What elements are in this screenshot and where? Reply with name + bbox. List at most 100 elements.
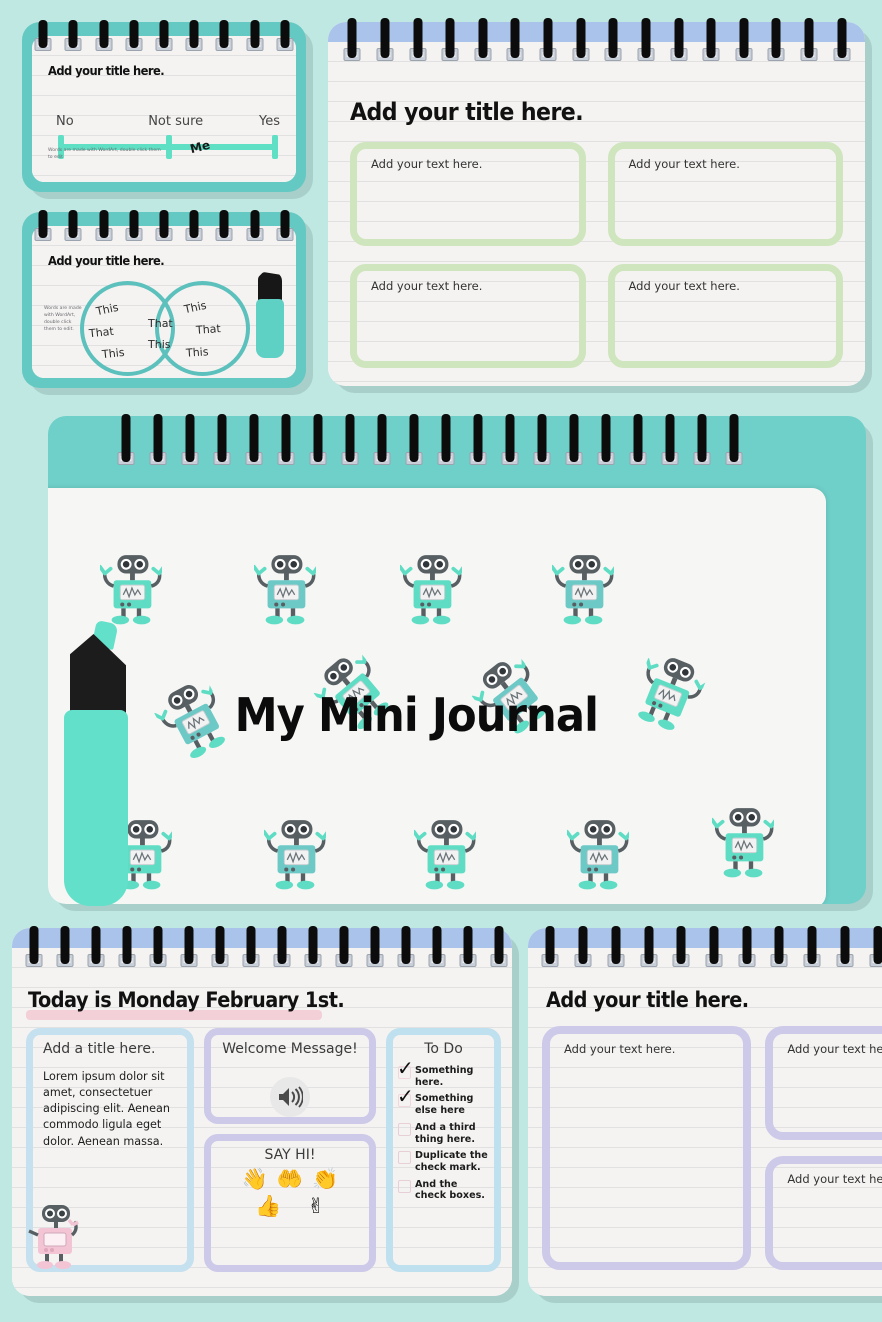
journal-page: My Mini Journal	[48, 488, 826, 904]
robot-icon	[712, 806, 774, 878]
checkbox-checked-icon[interactable]	[397, 1058, 414, 1079]
spiral-bar	[611, 926, 621, 964]
spiral-bar	[68, 20, 78, 48]
spiral-bar	[473, 414, 483, 462]
spiral-coil	[661, 414, 679, 468]
spiral-binding-scale	[28, 20, 300, 54]
robot-icon	[414, 818, 476, 890]
spiral-bar	[676, 926, 686, 964]
spiral-bar	[347, 18, 357, 58]
venn-right-word-3[interactable]: This	[186, 345, 209, 360]
spiral-coil	[335, 926, 352, 970]
todo-item[interactable]: And the check boxes.	[398, 1179, 491, 1202]
spiral-coil	[565, 414, 583, 468]
venn-left-word-3[interactable]: This	[101, 346, 125, 361]
spiral-bar	[510, 18, 520, 58]
spiral-bar	[569, 414, 579, 462]
todo-item[interactable]: Duplicate the check mark.	[398, 1150, 491, 1173]
card-body: Add your title here. Add your text here.…	[528, 928, 882, 1296]
checkbox-checked-icon[interactable]	[397, 1086, 414, 1108]
spiral-coil	[836, 926, 854, 970]
thumbs-up-icon[interactable]: 👍	[255, 1196, 281, 1217]
venn-left-word-2[interactable]: That	[88, 325, 114, 341]
say-hi-pane[interactable]: SAY HI! 👋 🤲 👏 👍 ✌	[204, 1134, 376, 1272]
scale-marker-me[interactable]: Me	[189, 138, 212, 156]
four-box-card[interactable]: Add your title here. Add your text here.…	[328, 22, 872, 393]
spiral-coil	[490, 926, 507, 970]
venn-right-word-2[interactable]: That	[196, 322, 222, 337]
spiral-coil	[670, 18, 688, 64]
spiral-coil	[640, 926, 658, 970]
spiral-bar	[601, 414, 611, 462]
spiral-bar	[837, 18, 847, 58]
spiral-coil	[246, 20, 264, 54]
text-box-2[interactable]: Add your text here.	[607, 142, 843, 246]
venn-center-word-2[interactable]: This	[148, 338, 170, 351]
spiral-coil	[304, 926, 321, 970]
venn-center-word-1[interactable]: That	[148, 317, 173, 330]
robot-icon	[400, 553, 462, 625]
spiral-coil	[211, 926, 228, 970]
right-text-box-3[interactable]: Add your text here.	[765, 1156, 882, 1270]
peace-sign-icon[interactable]: ✌	[307, 1196, 325, 1217]
clapping-hands-icon[interactable]: 👏	[312, 1169, 338, 1190]
spiral-coil	[181, 414, 199, 468]
spiral-coil	[64, 210, 82, 244]
open-hands-icon[interactable]: 🤲	[277, 1169, 303, 1190]
left-pane-title: Add a title here.	[43, 1041, 156, 1057]
checkbox-icon[interactable]	[398, 1179, 411, 1193]
spiral-coil	[276, 210, 294, 244]
spiral-bar	[129, 20, 139, 48]
venn-diagram[interactable]: This That This That This This That This	[80, 281, 250, 376]
text-box-4[interactable]: Add your text here.	[607, 264, 843, 368]
spiral-bar	[665, 414, 675, 462]
spiral-bar	[774, 926, 784, 964]
spiral-coil	[469, 414, 487, 468]
spiral-coil	[506, 18, 524, 64]
right-card[interactable]: Add your title here. Add your text here.…	[528, 928, 882, 1303]
speaker-icon[interactable]	[270, 1077, 310, 1117]
todo-item[interactable]: And a third thing here.	[398, 1122, 491, 1145]
right-text-box-2[interactable]: Add your text here.	[765, 1026, 882, 1140]
spiral-coil	[25, 926, 42, 970]
spiral-bar	[380, 18, 390, 58]
spiral-bar	[873, 926, 882, 964]
spiral-bar	[153, 414, 163, 462]
spiral-coil	[273, 926, 290, 970]
card-body: My Mini Journal	[48, 416, 866, 904]
text-box-1[interactable]: Add your text here.	[350, 142, 586, 246]
spiral-coil	[629, 414, 647, 468]
spiral-bar	[121, 414, 131, 462]
text-box-3[interactable]: Add your text here.	[350, 264, 586, 368]
spiral-bar	[641, 18, 651, 58]
today-left-pane[interactable]: Add a title here. Lorem ipsum dolor sit …	[26, 1028, 194, 1272]
checkbox-icon[interactable]	[398, 1122, 411, 1136]
spiral-coil	[246, 210, 264, 244]
spiral-coil	[373, 414, 391, 468]
spiral-bar	[313, 414, 323, 462]
spiral-bar	[729, 414, 739, 462]
venn-card-note: Words are made with WordArt, double clic…	[44, 306, 82, 332]
spiral-bar	[697, 414, 707, 462]
spiral-coil	[276, 20, 294, 54]
journal-title: My Mini Journal	[234, 687, 599, 742]
todo-pane[interactable]: To Do Something here. Something else here…	[386, 1028, 501, 1272]
todo-item[interactable]: Something else here	[397, 1086, 491, 1117]
todo-item-label: Something else here	[415, 1093, 474, 1117]
checkbox-icon[interactable]	[398, 1151, 411, 1165]
today-card[interactable]: Today is Monday February 1st. Add a titl…	[12, 928, 519, 1303]
spiral-coil	[539, 18, 557, 64]
spiral-bar	[578, 926, 588, 964]
spiral-coil	[607, 926, 625, 970]
robot-icon	[567, 818, 629, 890]
right-text-box-1[interactable]: Add your text here.	[542, 1026, 752, 1270]
welcome-message-pane[interactable]: Welcome Message!	[204, 1028, 376, 1124]
waving-hand-icon[interactable]: 👋	[242, 1169, 268, 1190]
journal-card[interactable]: My Mini Journal	[48, 416, 873, 911]
spiral-bar	[159, 20, 169, 48]
today-columns: Add a title here. Lorem ipsum dolor sit …	[26, 1028, 512, 1272]
spiral-bar	[370, 926, 379, 964]
spiral-coil	[705, 926, 723, 970]
scale-label-yes: Yes	[259, 114, 280, 129]
scale-tick-yes	[272, 135, 278, 159]
